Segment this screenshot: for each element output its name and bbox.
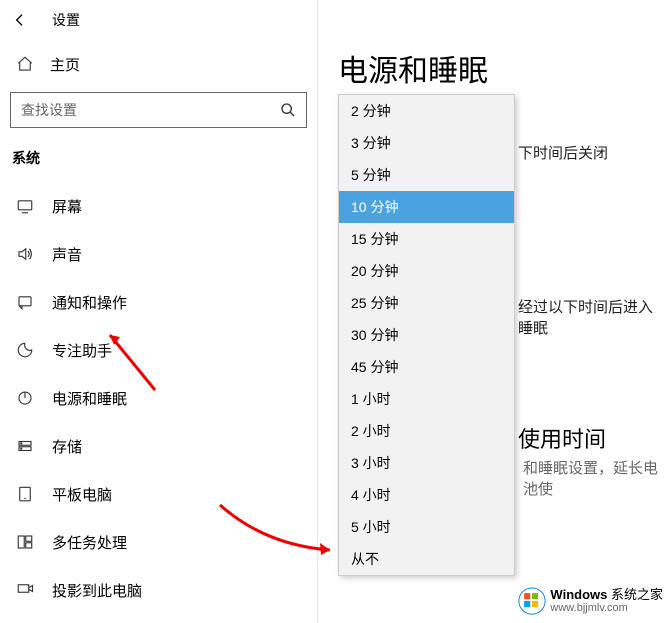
sidebar-item-label: 电源和睡眠 [52, 388, 127, 409]
page-title: 电源和睡眠 [338, 0, 667, 108]
section-sub: 和睡眠设置，延长电池使 [523, 457, 667, 499]
watermark-url: www.bjjmlv.com [550, 602, 663, 614]
sleep-label: 经过以下时间后进入睡眠 [518, 296, 667, 338]
sidebar-item-label: 声音 [52, 244, 82, 265]
power-icon [16, 389, 34, 407]
home-icon [16, 55, 34, 73]
time-dropdown[interactable]: 2 分钟 3 分钟 5 分钟 10 分钟 15 分钟 20 分钟 25 分钟 3… [338, 94, 515, 576]
project-icon [16, 581, 34, 599]
screen-off-label: 下时间后关闭 [518, 142, 608, 163]
search-box[interactable] [10, 92, 307, 128]
section-header: 系统 [0, 140, 317, 182]
display-icon [16, 197, 34, 215]
sidebar-item-tablet[interactable]: 平板电脑 [0, 470, 317, 518]
dropdown-item[interactable]: 15 分钟 [339, 223, 514, 255]
dropdown-item[interactable]: 从不 [339, 543, 514, 575]
tablet-icon [16, 485, 34, 503]
watermark: Windows 系统之家 www.bjjmlv.com [518, 587, 663, 615]
search-input[interactable] [21, 102, 280, 118]
sidebar-item-sound[interactable]: 声音 [0, 230, 317, 278]
home-label: 主页 [50, 54, 80, 75]
sidebar-item-label: 通知和操作 [52, 292, 127, 313]
sidebar-item-power[interactable]: 电源和睡眠 [0, 374, 317, 422]
top-bar: 设置 [0, 0, 317, 40]
sidebar-item-storage[interactable]: 存储 [0, 422, 317, 470]
dropdown-item[interactable]: 5 分钟 [339, 159, 514, 191]
dropdown-item[interactable]: 2 分钟 [339, 95, 514, 127]
sidebar-item-label: 屏幕 [52, 196, 82, 217]
sidebar-item-label: 多任务处理 [52, 532, 127, 553]
sound-icon [16, 245, 34, 263]
dropdown-item[interactable]: 30 分钟 [339, 319, 514, 351]
sidebar-item-label: 专注助手 [52, 340, 112, 361]
focus-icon [16, 341, 34, 359]
sidebar-item-label: 投影到此电脑 [52, 580, 142, 601]
search-icon [280, 102, 296, 118]
sidebar-item-focus[interactable]: 专注助手 [0, 326, 317, 374]
home-link[interactable]: 主页 [0, 40, 317, 88]
dropdown-item[interactable]: 25 分钟 [339, 287, 514, 319]
dropdown-item-selected[interactable]: 10 分钟 [339, 191, 514, 223]
sidebar-item-label: 存储 [52, 436, 82, 457]
multitask-icon [16, 533, 34, 551]
dropdown-item[interactable]: 3 分钟 [339, 127, 514, 159]
windows-logo-icon [518, 587, 546, 615]
app-name: 设置 [52, 10, 80, 30]
dropdown-item[interactable]: 1 小时 [339, 383, 514, 415]
dropdown-item[interactable]: 4 小时 [339, 479, 514, 511]
dropdown-item[interactable]: 2 小时 [339, 415, 514, 447]
sidebar-item-label: 平板电脑 [52, 484, 112, 505]
sidebar-item-multitask[interactable]: 多任务处理 [0, 518, 317, 566]
main-content: 电源和睡眠 下时间后关闭 经过以下时间后进入睡眠 使用时间 和睡眠设置，延长电池… [338, 0, 667, 623]
storage-icon [16, 437, 34, 455]
back-arrow-icon [12, 12, 28, 28]
dropdown-item[interactable]: 3 小时 [339, 447, 514, 479]
dropdown-item[interactable]: 5 小时 [339, 511, 514, 543]
section-title: 使用时间 [518, 422, 606, 454]
sidebar: 设置 主页 系统 屏幕 声音 通知和操作 专注助手 电源和睡眠 存储 平板电脑 [0, 0, 318, 623]
sidebar-item-display[interactable]: 屏幕 [0, 182, 317, 230]
sidebar-item-notifications[interactable]: 通知和操作 [0, 278, 317, 326]
notifications-icon [16, 293, 34, 311]
dropdown-item[interactable]: 20 分钟 [339, 255, 514, 287]
back-button[interactable] [8, 8, 32, 32]
dropdown-item[interactable]: 45 分钟 [339, 351, 514, 383]
sidebar-item-project[interactable]: 投影到此电脑 [0, 566, 317, 614]
watermark-brand: Windows 系统之家 [550, 588, 663, 602]
